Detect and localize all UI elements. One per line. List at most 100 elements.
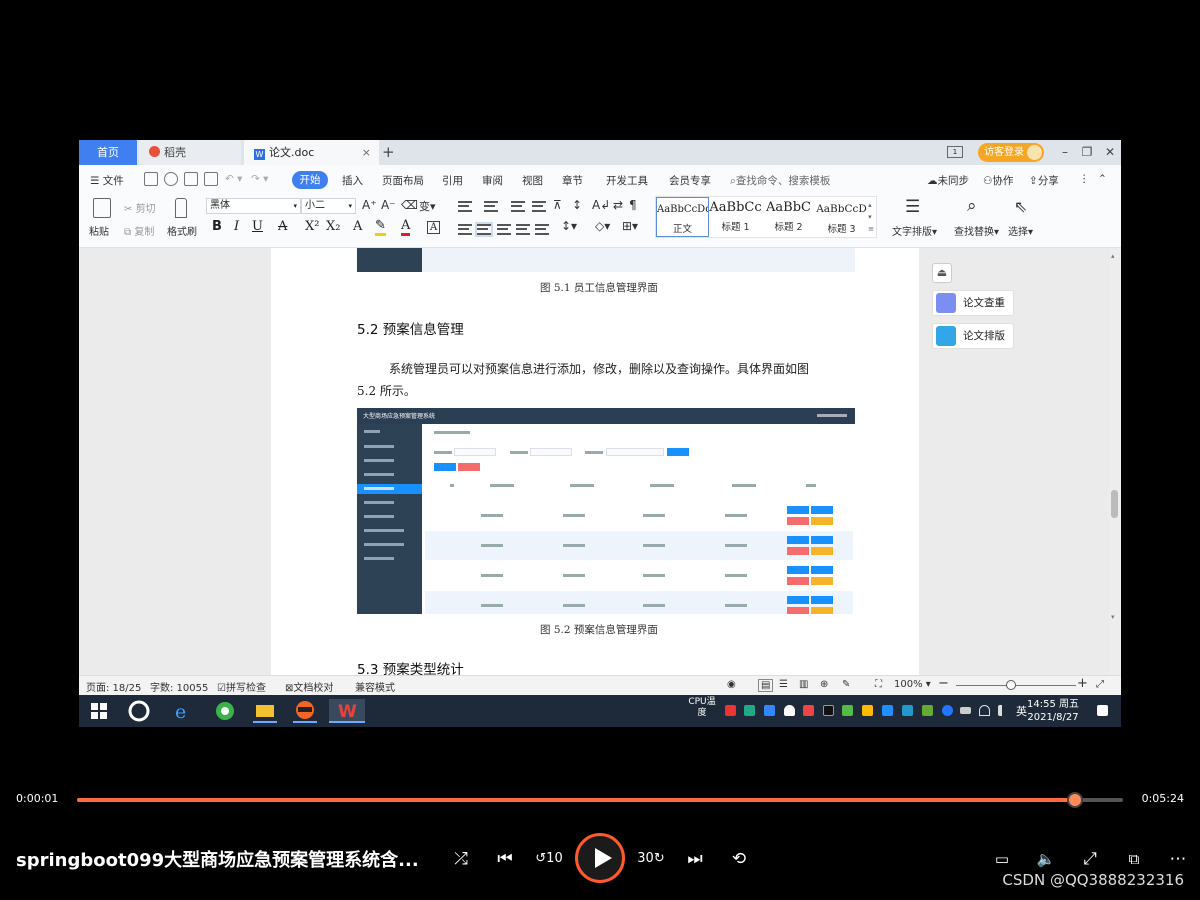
document-page[interactable]: 图 5.1 员工信息管理界面 5.2 预案信息管理 系统管理员可以对预案信息进行… (271, 248, 919, 675)
show-marks-icon[interactable]: ¶ (629, 198, 637, 212)
menu-insert[interactable]: 插入 (342, 173, 363, 188)
mini-player-icon[interactable]: ⧉ (1120, 848, 1148, 870)
underline-icon[interactable]: U (252, 219, 263, 234)
font-size-select[interactable]: 小二 ▾ (301, 198, 356, 214)
text-effect-icon[interactable]: A (353, 219, 362, 234)
scroll-down-icon[interactable]: ▾ (1111, 613, 1115, 621)
paste-icon[interactable] (93, 198, 111, 218)
recorder-app-icon[interactable] (293, 699, 317, 723)
format-painter-button[interactable]: 格式刷 (167, 223, 197, 238)
tray-app-icon[interactable] (862, 705, 873, 716)
write-view-icon[interactable]: ✎ (842, 679, 850, 690)
battery-icon[interactable] (960, 707, 971, 714)
text-layout-icon[interactable]: ☰ (905, 197, 920, 217)
close-window-icon[interactable]: ✕ (1100, 140, 1120, 165)
vertical-scrollbar[interactable]: ▴ ▾ (1109, 248, 1121, 675)
scroll-up-icon[interactable]: ▴ (1111, 252, 1115, 260)
play-button[interactable] (575, 833, 625, 883)
fullscreen-expand-icon[interactable]: ⤢ (1076, 848, 1104, 870)
text-direction-icon[interactable]: A↲ (592, 198, 610, 212)
sort-icon[interactable]: ↕ (572, 198, 582, 212)
format-painter-icon[interactable] (175, 198, 187, 218)
copy-button[interactable]: ⧉ 复制 (124, 223, 154, 238)
progress-bar[interactable] (77, 792, 1123, 808)
select-cursor-icon[interactable]: ⇖ (1014, 197, 1027, 216)
grow-font-icon[interactable]: A⁺ (362, 198, 377, 212)
add-tab-icon[interactable]: + (382, 140, 395, 164)
undo-icon[interactable]: ↶ ▾ (225, 173, 242, 185)
phonetic-icon[interactable]: 变▾ (419, 198, 436, 214)
align-right-icon[interactable] (497, 224, 511, 235)
cut-button[interactable]: ✂ 剪切 (124, 200, 156, 215)
notification-icon[interactable] (1097, 705, 1108, 716)
tray-app-icon[interactable] (803, 705, 814, 716)
network-icon[interactable] (979, 705, 990, 716)
outline-view-icon[interactable]: ☰ (779, 679, 788, 690)
menu-chapter[interactable]: 章节 (562, 173, 583, 188)
shield-icon[interactable] (764, 705, 775, 716)
rewind-10-icon[interactable]: ↺10 (535, 848, 563, 870)
cpu-temp-widget[interactable]: CPU温度 (684, 697, 720, 719)
line-spacing-icon[interactable]: ↕▾ (561, 219, 577, 233)
print-icon[interactable] (184, 172, 198, 186)
thesis-layout-button[interactable]: 论文排版 (932, 323, 1014, 349)
collab-button[interactable]: ⚇协作 (983, 173, 1013, 188)
eye-protect-icon[interactable]: ◉ (727, 679, 736, 690)
subtitles-icon[interactable]: ▭ (988, 848, 1016, 870)
bullet-list-icon[interactable] (458, 201, 472, 212)
tab-home[interactable]: 首页 (79, 140, 137, 165)
proofread-button[interactable]: ⊠文档校对 (285, 679, 333, 694)
style-heading-2[interactable]: AaBbC 标题 2 (762, 197, 815, 237)
fit-page-icon[interactable]: ⛶ (875, 679, 882, 690)
more-options-icon[interactable]: ⋯ (1164, 848, 1192, 870)
justify-icon[interactable] (516, 224, 530, 235)
style-heading-3[interactable]: AaBbCcD 标题 3 (815, 197, 868, 237)
numbered-list-icon[interactable] (484, 201, 498, 212)
thesis-check-button[interactable]: 论文查重 (932, 290, 1014, 316)
command-search[interactable]: ⌕查找命令、搜索模板 (730, 173, 830, 188)
line-break-icon[interactable]: ⇄ (613, 198, 623, 212)
bell-icon[interactable] (784, 705, 795, 716)
highlight-icon[interactable]: ✎ (375, 219, 386, 236)
export-icon[interactable] (164, 172, 178, 186)
align-center-icon[interactable] (475, 222, 493, 237)
zoom-slider[interactable] (956, 685, 1076, 686)
more-icon[interactable]: ⋮ (1079, 173, 1090, 185)
tray-app-icon[interactable] (882, 705, 893, 716)
text-layout-button[interactable]: 文字排版▾ (892, 223, 937, 238)
collapse-ribbon-icon[interactable]: ⌃ (1098, 173, 1107, 185)
redo-icon[interactable]: ↷ ▾ (251, 173, 268, 185)
menu-member[interactable]: 会员专享 (669, 173, 711, 188)
borders-icon[interactable]: ⊞▾ (622, 219, 638, 233)
spell-check-toggle[interactable]: ☑拼写检查 (217, 679, 266, 694)
panel-collapse-icon[interactable]: ⏏ (932, 263, 952, 283)
menu-developer[interactable]: 开发工具 (606, 173, 648, 188)
nvidia-icon[interactable] (922, 705, 933, 716)
reading-view-icon[interactable]: ▥ (799, 679, 808, 690)
360-browser-icon[interactable] (213, 699, 237, 723)
window-layout-icon[interactable]: 1 (947, 146, 963, 158)
align-left-icon[interactable] (458, 224, 472, 235)
save-icon[interactable] (144, 172, 158, 186)
print-preview-icon[interactable] (204, 172, 218, 186)
close-tab-icon[interactable]: × (362, 140, 371, 165)
sync-status[interactable]: ☁未同步 (927, 173, 969, 188)
style-scroll-icon[interactable]: ▴ ▾ ≡ (868, 199, 874, 235)
tray-app-icon[interactable] (744, 705, 755, 716)
menu-view[interactable]: 视图 (522, 173, 543, 188)
increase-indent-icon[interactable] (532, 201, 546, 212)
tab-daoke[interactable]: 稻壳 (139, 140, 241, 165)
wechat-icon[interactable] (842, 705, 853, 716)
menu-review[interactable]: 审阅 (482, 173, 503, 188)
shrink-font-icon[interactable]: A⁻ (381, 198, 396, 212)
paste-button[interactable]: 粘贴 (89, 223, 109, 238)
bold-icon[interactable]: B (212, 219, 222, 234)
fullscreen-icon[interactable]: ⤢ (1096, 679, 1104, 690)
font-name-select[interactable]: 黑体 ▾ (206, 198, 301, 214)
zoom-out-icon[interactable]: − (938, 676, 949, 691)
progress-knob[interactable] (1066, 792, 1083, 808)
repeat-icon[interactable]: ⟲ (725, 848, 753, 870)
subscript-icon[interactable]: X₂ (326, 219, 340, 234)
qq-icon[interactable] (823, 705, 834, 716)
tab-document[interactable]: W 论文.doc × (244, 140, 379, 165)
